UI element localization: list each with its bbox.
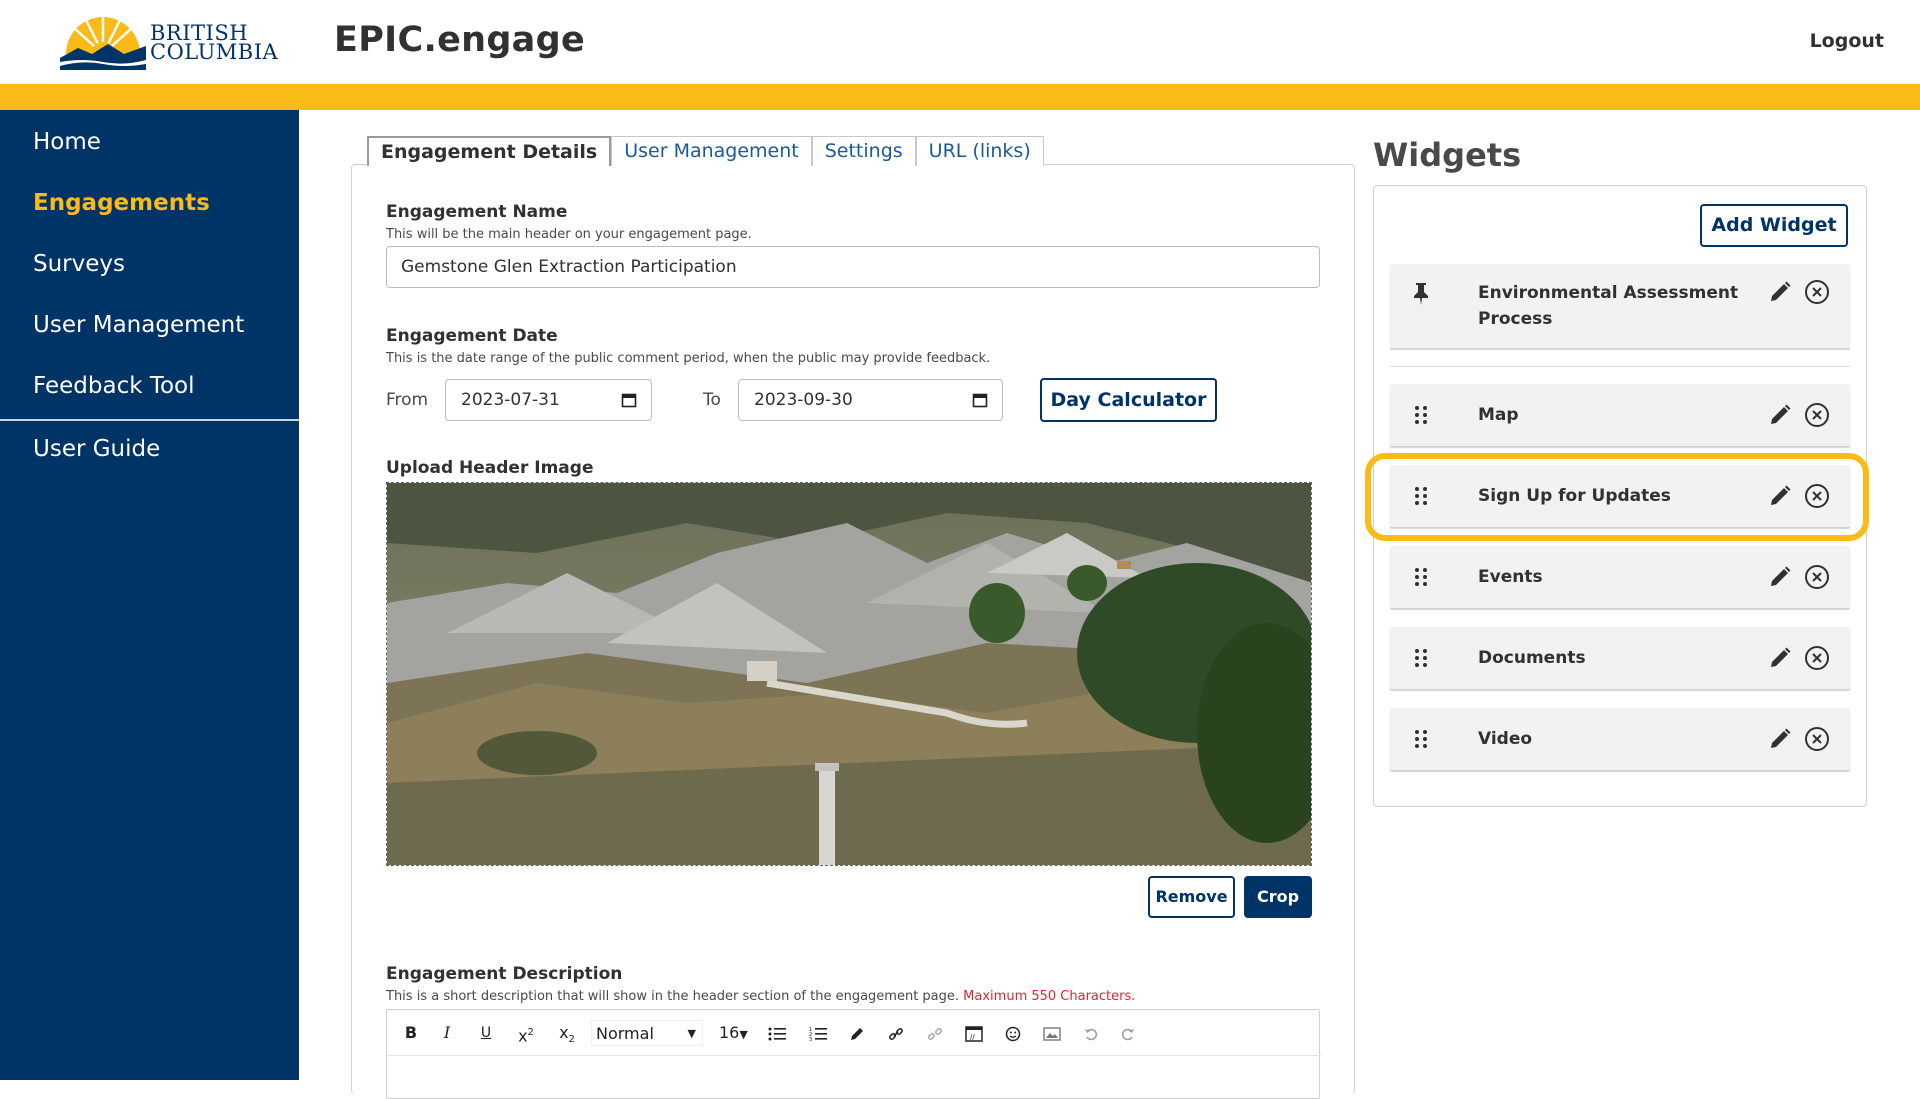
editor-toolbar: B I U x2 x2 Normal ▼ 16▼ 123 // [387,1010,1321,1056]
subscript-icon[interactable]: x2 [554,1020,580,1046]
tab-user-management[interactable]: User Management [611,136,812,166]
sidebar-item-user-guide[interactable]: User Guide [33,436,160,462]
tab-engagement-details[interactable]: Engagement Details [367,136,612,166]
widget-title: Events [1478,567,1543,587]
sidebar-item-feedback-tool[interactable]: Feedback Tool [33,373,195,399]
block-format-value: Normal [596,1024,654,1043]
highlight-outline [1365,453,1869,541]
edit-pencil-icon[interactable] [1768,727,1792,751]
pen-icon[interactable] [844,1020,870,1046]
sidebar-item-surveys[interactable]: Surveys [33,251,125,277]
calendar-icon[interactable] [972,392,988,408]
font-size-select[interactable]: 16▼ [717,1020,755,1046]
logout-button[interactable]: Logout [1810,30,1884,52]
block-format-select[interactable]: Normal ▼ [591,1020,703,1046]
logo-text-line2: COLUMBIA [150,40,279,64]
tab-url-links[interactable]: URL (links) [915,136,1044,166]
tab-settings[interactable]: Settings [811,136,916,166]
to-date-value: 2023-09-30 [754,390,853,410]
drag-handle-icon[interactable] [1414,729,1428,749]
widgets-title: Widgets [1373,136,1522,174]
widget-title-line2: Process [1478,309,1553,329]
engagement-description-label: Engagement Description [386,964,623,984]
remove-circle-x-icon[interactable] [1804,279,1830,305]
chevron-down-icon: ▼ [739,1028,748,1041]
widget-title: Video [1478,729,1533,749]
widget-title-line1: Environmental Assessment [1478,283,1739,303]
app-header: BRITISH COLUMBIA EPIC.engage Logout [0,0,1920,84]
remove-circle-x-icon[interactable] [1804,645,1830,671]
rich-text-editor: B I U x2 x2 Normal ▼ 16▼ 123 // [386,1009,1321,1099]
header-image-preview [386,482,1312,866]
widget-divider [1390,366,1850,367]
calendar-icon[interactable] [621,392,637,408]
edit-pencil-icon[interactable] [1768,280,1792,304]
engagement-date-label: Engagement Date [386,326,558,346]
image-icon[interactable] [1039,1020,1065,1046]
engagement-date-help: This is the date range of the public com… [386,351,991,366]
font-size-value: 16 [719,1023,740,1042]
engagement-name-help: This will be the main header on your eng… [386,227,752,242]
to-date-input[interactable]: 2023-09-30 [738,379,1003,421]
remove-circle-x-icon[interactable] [1804,564,1830,590]
unlink-icon[interactable] [922,1020,948,1046]
bc-gov-logo[interactable]: BRITISH COLUMBIA [58,14,278,70]
engagement-tabs: Engagement Details User Management Setti… [367,136,1044,166]
widget-documents[interactable]: Documents [1390,627,1850,689]
from-date-input[interactable]: 2023-07-31 [445,379,652,421]
svg-text://: // [970,1033,975,1041]
drag-handle-icon[interactable] [1414,567,1428,587]
description-help-text: This is a short description that will sh… [386,989,960,1004]
sidebar-divider [0,419,299,421]
widget-title: Map [1478,405,1519,425]
engagement-name-input[interactable]: Gemstone Glen Extraction Participation [386,246,1320,288]
italic-icon[interactable]: I [435,1020,459,1046]
edit-pencil-icon[interactable] [1768,565,1792,589]
edit-pencil-icon[interactable] [1768,403,1792,427]
link-icon[interactable] [883,1020,909,1046]
widget-video[interactable]: Video [1390,708,1850,770]
header-accent-bar [0,84,1920,110]
widget-events[interactable]: Events [1390,546,1850,608]
pin-icon [1414,283,1428,305]
emoji-icon[interactable] [1000,1020,1026,1046]
to-label: To [703,390,721,410]
sidebar-item-user-management[interactable]: User Management [33,312,244,338]
chevron-down-icon: ▼ [687,1027,696,1040]
underline-icon[interactable]: U [474,1020,498,1046]
from-date-value: 2023-07-31 [461,390,560,410]
undo-icon[interactable] [1078,1020,1104,1046]
widget-map[interactable]: Map [1390,384,1850,446]
drag-handle-icon[interactable] [1414,405,1428,425]
remove-circle-x-icon[interactable] [1804,726,1830,752]
sidebar-item-home[interactable]: Home [33,129,101,155]
svg-text:3: 3 [809,1037,812,1042]
sidebar-nav: Home Engagements Surveys User Management… [0,110,299,1080]
bullet-list-icon[interactable] [764,1020,790,1046]
engagement-description-help: This is a short description that will sh… [386,989,1135,1004]
numbered-list-icon[interactable]: 123 [805,1020,831,1046]
add-widget-button[interactable]: Add Widget [1700,204,1848,247]
widget-environmental-assessment[interactable]: Environmental Assessment Process [1390,264,1850,348]
from-label: From [386,390,429,410]
day-calculator-button[interactable]: Day Calculator [1040,378,1217,422]
drag-handle-icon[interactable] [1414,648,1428,668]
bold-icon[interactable]: B [399,1020,423,1046]
app-title: EPIC.engage [334,20,585,60]
widget-title: Environmental Assessment Process [1478,280,1738,332]
quarry-landscape-image [387,483,1311,865]
engagement-name-label: Engagement Name [386,202,568,222]
sidebar-item-engagements[interactable]: Engagements [33,190,210,216]
crop-image-button[interactable]: Crop [1244,876,1312,918]
redo-icon[interactable] [1115,1020,1141,1046]
sun-mountain-logo-icon [60,17,146,70]
edit-pencil-icon[interactable] [1768,646,1792,670]
upload-header-image-label: Upload Header Image [386,458,594,478]
superscript-icon[interactable]: x2 [513,1020,539,1046]
remove-image-button[interactable]: Remove [1148,876,1235,918]
embed-icon[interactable]: // [961,1020,987,1046]
max-characters-warning: Maximum 550 Characters. [963,989,1136,1004]
widget-title: Documents [1478,648,1586,668]
remove-circle-x-icon[interactable] [1804,402,1830,428]
